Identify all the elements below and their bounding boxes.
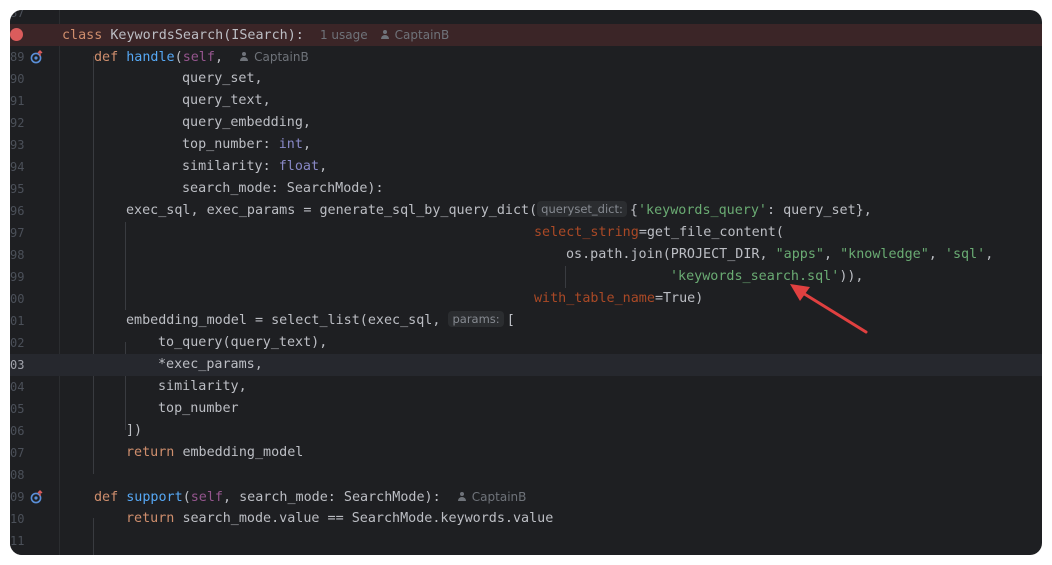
code-line: 09 def support(self, search_mode: Search… <box>10 486 1042 508</box>
breakpoint-icon[interactable] <box>10 28 23 41</box>
code-line: 02 to_query(query_text), <box>10 332 1042 354</box>
code-line: 04 similarity, <box>10 376 1042 398</box>
line-number: 98 <box>10 248 25 262</box>
code-line: 01 embedding_model = select_list(exec_sq… <box>10 310 1042 332</box>
line-number: 08 <box>10 468 25 482</box>
line-number: 04 <box>10 380 25 394</box>
code-line: 06 ]) <box>10 420 1042 442</box>
override-gutter-icon[interactable] <box>30 490 44 504</box>
line-number: 96 <box>10 204 25 218</box>
code-line: 00 with_table_name=True) <box>10 288 1042 310</box>
code-line: 90 query_set, <box>10 68 1042 90</box>
code-text: search_mode: SearchMode): <box>182 181 384 196</box>
code-text: def handle(self, CaptainB <box>94 50 309 65</box>
code-line-current: 03 *exec_params, <box>10 354 1042 376</box>
line-number: 97 <box>10 226 25 240</box>
code-line: 97 select_string=get_file_content( <box>10 222 1042 244</box>
line-number: 06 <box>10 424 25 438</box>
line-number: 07 <box>10 446 25 460</box>
line-number: 90 <box>10 72 25 86</box>
author-hint[interactable]: CaptainB <box>239 50 309 64</box>
author-icon <box>457 492 467 502</box>
code-text: with_table_name=True) <box>534 291 704 306</box>
code-line: 94 similarity: float, <box>10 156 1042 178</box>
line-number: 94 <box>10 160 25 174</box>
code-line: 92 query_embedding, <box>10 112 1042 134</box>
code-line: 91 query_text, <box>10 90 1042 112</box>
code-text: exec_sql, exec_params = generate_sql_by_… <box>126 201 872 218</box>
line-number: 00 <box>10 292 25 306</box>
code-text: ]) <box>126 423 143 438</box>
code-line: 93 top_number: int, <box>10 134 1042 156</box>
code-line: class KeywordsSearch(ISearch): 1 usage Ca… <box>10 24 1042 46</box>
code-line: 87 <box>10 10 1042 24</box>
code-text: class KeywordsSearch(ISearch): 1 usage Ca… <box>62 28 450 43</box>
code-line: 96 exec_sql, exec_params = generate_sql_… <box>10 200 1042 222</box>
override-gutter-icon[interactable] <box>30 50 44 64</box>
code-text: os.path.join(PROJECT_DIR, "apps", "knowl… <box>566 247 994 262</box>
code-text: to_query(query_text), <box>158 335 328 350</box>
line-number: 09 <box>10 490 25 504</box>
code-text: embedding_model = select_list(exec_sql, … <box>126 311 515 328</box>
line-number: 99 <box>10 270 25 284</box>
line-number: 89 <box>10 50 25 64</box>
code-line: 08 <box>10 464 1042 486</box>
line-number: 87 <box>10 10 25 20</box>
code-line: 11 <box>10 530 1042 552</box>
code-text: return embedding_model <box>126 445 304 460</box>
line-number: 11 <box>10 534 25 548</box>
code-text: return search_mode.value == SearchMode.k… <box>126 511 554 526</box>
parameter-hint: params: <box>448 311 504 327</box>
code-line: 98 os.path.join(PROJECT_DIR, "apps", "kn… <box>10 244 1042 266</box>
code-text: query_embedding, <box>182 115 311 130</box>
code-text: *exec_params, <box>158 357 263 372</box>
code-line: 05 top_number <box>10 398 1042 420</box>
code-line: 10 return search_mode.value == SearchMod… <box>10 508 1042 530</box>
usage-hint[interactable]: 1 usage CaptainB <box>320 28 449 42</box>
author-icon <box>239 52 249 62</box>
code-text: similarity: float, <box>182 159 328 174</box>
author-hint[interactable]: CaptainB <box>457 490 526 504</box>
code-line: 89 def handle(self, CaptainB <box>10 46 1042 68</box>
code-editor: class KeywordsSearch(ISearch): 1 usage Ca… <box>10 10 1042 555</box>
code-line: 95 search_mode: SearchMode): <box>10 178 1042 200</box>
line-number: 92 <box>10 116 25 130</box>
code-line: 99 'keywords_search.sql')), <box>10 266 1042 288</box>
line-number: 03 <box>10 358 25 372</box>
code-text: select_string=get_file_content( <box>534 225 784 240</box>
code-text: top_number <box>158 401 239 416</box>
parameter-hint: queryset_dict: <box>537 201 627 217</box>
code-text: query_set, <box>182 71 263 86</box>
author-icon <box>380 30 390 40</box>
code-text: similarity, <box>158 379 247 394</box>
line-number: 93 <box>10 138 25 152</box>
annotation-arrow <box>790 284 868 334</box>
line-number: 05 <box>10 402 25 416</box>
line-number: 10 <box>10 512 25 526</box>
code-text: def support(self, search_mode: SearchMod… <box>94 490 527 505</box>
code-text: query_text, <box>182 93 271 108</box>
line-number: 91 <box>10 94 25 108</box>
code-text: top_number: int, <box>182 137 311 152</box>
line-number: 01 <box>10 314 25 328</box>
line-number: 02 <box>10 336 25 350</box>
line-number: 95 <box>10 182 25 196</box>
code-line: 07 return embedding_model <box>10 442 1042 464</box>
